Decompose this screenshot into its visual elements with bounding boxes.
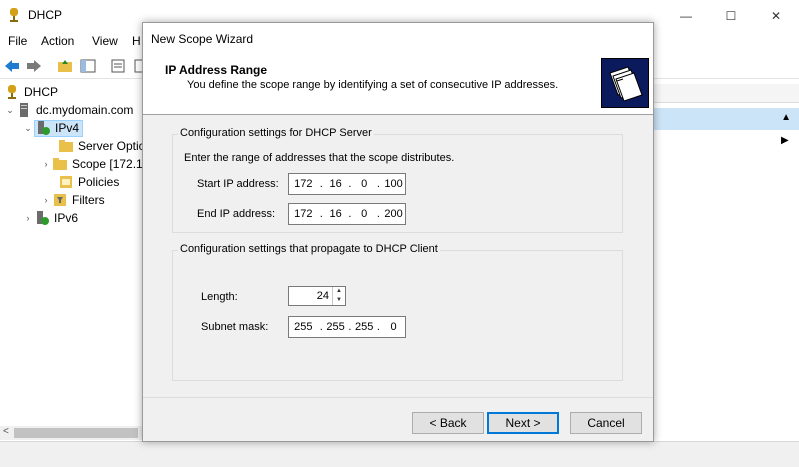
- status-bar: [0, 441, 799, 467]
- ip-octet[interactable]: 200: [382, 208, 405, 220]
- expand-arrow-icon[interactable]: ›: [40, 159, 52, 169]
- tree-item-scope[interactable]: › Scope [172.1: [40, 155, 143, 173]
- tree-item-server-options[interactable]: Server Optic: [58, 137, 145, 155]
- tree-item-dhcp[interactable]: DHCP: [4, 83, 58, 101]
- app-title: DHCP: [28, 8, 63, 22]
- menu-help[interactable]: H: [132, 34, 141, 48]
- server-icon: [20, 103, 28, 117]
- scroll-left-icon[interactable]: <: [3, 426, 9, 437]
- length-label: Length:: [201, 291, 238, 303]
- tree-label: dc.mydomain.com: [36, 103, 134, 117]
- tree-item-policies[interactable]: Policies: [58, 173, 119, 191]
- ip-octet[interactable]: 172: [289, 208, 318, 220]
- ipv6-icon: [37, 211, 49, 225]
- ip-octet[interactable]: 0: [354, 208, 375, 220]
- back-arrow-icon[interactable]: [2, 56, 22, 76]
- ip-octet[interactable]: 16: [325, 178, 346, 190]
- end-ip-label: End IP address:: [197, 208, 276, 220]
- folder-icon: [59, 140, 73, 152]
- up-folder-icon[interactable]: [55, 56, 75, 76]
- policies-icon: [60, 176, 72, 188]
- expand-arrow-icon[interactable]: ⌄: [4, 105, 16, 116]
- console-tree: DHCP ⌄ dc.mydomain.com ⌄ IPv4 Server Opt…: [0, 82, 145, 427]
- dialog-title: New Scope Wizard: [151, 32, 254, 46]
- range-instruction: Enter the range of addresses that the sc…: [184, 152, 455, 164]
- tree-label: Filters: [72, 193, 105, 207]
- length-value[interactable]: 24: [317, 290, 329, 302]
- menu-action[interactable]: Action: [41, 34, 74, 48]
- expand-arrow-icon[interactable]: ›: [40, 195, 52, 205]
- next-button[interactable]: Next >: [487, 412, 559, 434]
- client-settings-group: Configuration settings that propagate to…: [172, 243, 623, 381]
- minimize-button[interactable]: —: [663, 0, 709, 31]
- collapse-up-icon[interactable]: ▲: [781, 112, 791, 123]
- ip-octet[interactable]: 100: [382, 178, 405, 190]
- actions-pane-header: [654, 84, 799, 103]
- expand-arrow-icon[interactable]: ⌄: [22, 123, 34, 134]
- tree-label: IPv4: [55, 121, 80, 135]
- cancel-button[interactable]: Cancel: [570, 412, 642, 434]
- tree-label: IPv6: [54, 211, 79, 225]
- menu-view[interactable]: View: [92, 34, 118, 48]
- page-description: You define the scope range by identifyin…: [187, 79, 559, 91]
- group-legend: Configuration settings that propagate to…: [178, 243, 440, 255]
- dialog-titlebar: New Scope Wizard: [143, 23, 653, 54]
- trophy-icon: [8, 85, 16, 99]
- filter-icon: [54, 194, 66, 206]
- new-scope-wizard-dialog: New Scope Wizard IP Address Range You de…: [142, 22, 654, 442]
- ip-octet[interactable]: 16: [325, 208, 346, 220]
- folder-icon: [53, 158, 67, 170]
- actions-pane-selected[interactable]: ▲: [654, 108, 799, 130]
- start-ip-field[interactable]: 172. 16. 0. 100: [288, 173, 406, 195]
- server-settings-group: Configuration settings for DHCP Server E…: [172, 127, 623, 233]
- spin-down-icon[interactable]: ▼: [333, 296, 345, 305]
- tree-horizontal-scrollbar[interactable]: <: [0, 426, 142, 440]
- length-spinner[interactable]: 24 ▲ ▼: [288, 286, 346, 306]
- wizard-folders-icon: [601, 58, 649, 108]
- ip-octet[interactable]: 255: [325, 321, 346, 333]
- spinner-buttons: ▲ ▼: [332, 287, 345, 305]
- scrollbar-thumb[interactable]: [14, 428, 138, 438]
- tree-item-filters[interactable]: › Filters: [40, 191, 105, 209]
- ip-octet[interactable]: 0: [354, 178, 375, 190]
- expand-arrow-icon[interactable]: ›: [22, 213, 34, 223]
- close-button[interactable]: ✕: [753, 0, 799, 31]
- page-title: IP Address Range: [165, 63, 268, 77]
- more-actions-icon[interactable]: ▶: [781, 135, 789, 146]
- show-hide-tree-icon[interactable]: [78, 56, 98, 76]
- group-legend: Configuration settings for DHCP Server: [178, 127, 374, 139]
- menu-file[interactable]: File: [8, 34, 27, 48]
- start-ip-label: Start IP address:: [197, 178, 279, 190]
- subnet-mask-field[interactable]: 255. 255. 255. 0: [288, 316, 406, 338]
- back-button[interactable]: < Back: [412, 412, 484, 434]
- spin-up-icon[interactable]: ▲: [333, 287, 345, 296]
- subnet-mask-label: Subnet mask:: [201, 321, 269, 333]
- properties-icon[interactable]: [108, 56, 128, 76]
- ip-octet[interactable]: 0: [382, 321, 405, 333]
- ip-octet[interactable]: 255: [289, 321, 318, 333]
- tree-selection: IPv4: [34, 119, 84, 137]
- dhcp-app-icon: [10, 8, 18, 22]
- maximize-button[interactable]: ☐: [708, 0, 754, 31]
- ip-octet[interactable]: 172: [289, 178, 318, 190]
- tree-label: Server Optic: [78, 139, 145, 153]
- end-ip-field[interactable]: 172. 16. 0. 200: [288, 203, 406, 225]
- ipv4-icon: [38, 121, 50, 135]
- tree-label: DHCP: [24, 85, 59, 99]
- button-separator: [143, 397, 653, 398]
- tree-item-ipv4[interactable]: ⌄ IPv4: [22, 119, 84, 137]
- tree-item-ipv6[interactable]: › IPv6: [22, 209, 78, 227]
- tree-label: Scope [172.1: [72, 157, 143, 171]
- wizard-header: IP Address Range You define the scope ra…: [143, 54, 653, 115]
- tree-label: Policies: [78, 175, 120, 189]
- ip-octet[interactable]: 255: [354, 321, 375, 333]
- forward-arrow-icon[interactable]: [24, 56, 44, 76]
- tree-item-server[interactable]: ⌄ dc.mydomain.com: [4, 101, 133, 119]
